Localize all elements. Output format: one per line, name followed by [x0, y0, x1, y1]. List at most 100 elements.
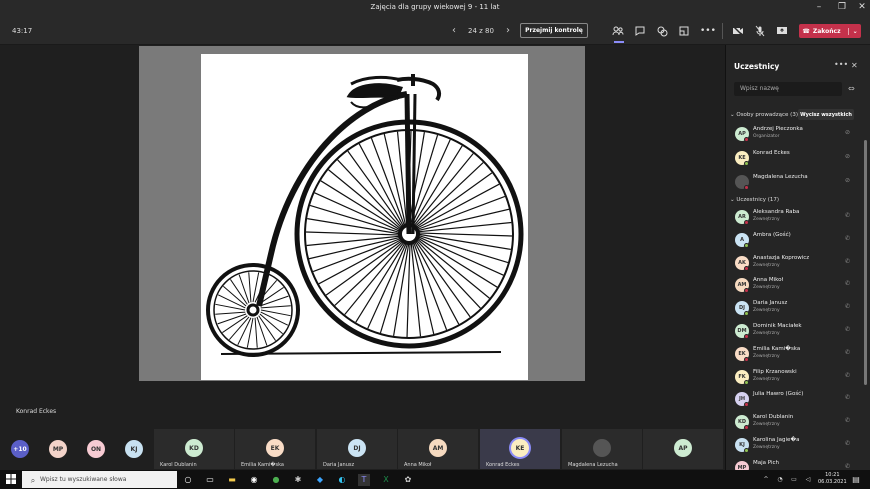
small-avatar[interactable]: KJ	[125, 440, 143, 458]
wheel-spoke	[318, 238, 403, 285]
mic-status-icon[interactable]: ✆	[845, 235, 850, 242]
mic-status-icon[interactable]: ✆	[845, 212, 850, 219]
chevron-down-icon[interactable]: ⌄	[847, 27, 858, 35]
network-icon[interactable]: ◔	[774, 474, 786, 486]
close-panel-icon[interactable]: ✕	[851, 61, 858, 70]
mic-status-icon[interactable]: ✆	[845, 280, 850, 287]
reactions-icon[interactable]	[656, 25, 668, 37]
panel-more-icon[interactable]: •••	[834, 60, 848, 69]
participant-item[interactable]: EK Emilia Kami�ska Zewnętrzny ✆	[734, 345, 864, 365]
mic-off-icon[interactable]	[754, 25, 766, 37]
participant-item[interactable]: A Ambra (Gość) ✆	[734, 231, 864, 251]
participant-photo	[593, 439, 611, 457]
vscode-icon[interactable]: ◆	[314, 474, 326, 486]
video-tile[interactable]: Magdalena Lezucha	[562, 429, 642, 469]
participant-item[interactable]: JH Julia Hawro (Gość) ✆	[734, 390, 864, 410]
rooms-icon[interactable]	[678, 25, 690, 37]
participant-item[interactable]: AK Anastazja Koprowicz Zewnętrzny ✆	[734, 254, 864, 274]
participant-role: Organizator	[753, 134, 780, 139]
small-avatar[interactable]: ON	[87, 440, 105, 458]
participant-item[interactable]: KJ Karolina Jagie�a Zewnętrzny ✆	[734, 436, 864, 456]
mic-status-icon[interactable]: ✆	[845, 417, 850, 424]
participant-name: Andrzej Pieczonka	[753, 126, 803, 132]
cortana-icon[interactable]: ○	[182, 474, 194, 486]
presence-dot	[744, 185, 749, 190]
excel-icon[interactable]: X	[380, 474, 392, 486]
share-screen-icon[interactable]	[776, 25, 788, 37]
participant-item[interactable]: AP Andrzej Pieczonka Organizator ⊘	[734, 125, 864, 145]
participant-name: Daria Janusz	[753, 300, 788, 307]
participants-section[interactable]: ⌄ Uczestnicy (17)	[730, 197, 779, 203]
participant-avatar: KE	[511, 439, 529, 457]
share-invite-icon[interactable]: ⇔	[848, 84, 855, 93]
app-icon[interactable]: ✿	[402, 474, 414, 486]
minimize-icon[interactable]: –	[813, 2, 825, 12]
video-tile-name: Magdalena Lezucha	[568, 462, 618, 468]
mic-status-icon[interactable]: ✆	[845, 258, 850, 265]
taskbar-clock[interactable]: 10:21 06.03.2021	[818, 472, 847, 486]
mic-status-icon[interactable]: ✆	[845, 326, 850, 333]
chrome-icon[interactable]: ●	[270, 474, 282, 486]
tray-chevron-icon[interactable]: ^	[760, 474, 772, 486]
mute-all-button[interactable]: Wycisz wszystkich	[798, 109, 854, 120]
video-tile[interactable]: AM Anna Mikoł	[398, 429, 478, 469]
mic-status-icon[interactable]: ✆	[845, 349, 850, 356]
slide-counter: 24 z 80	[468, 26, 494, 35]
mic-status-icon[interactable]: ✆	[845, 372, 850, 379]
participant-name: Karol Dublanin	[753, 414, 794, 421]
participant-item[interactable]: AR Aleksandra Raba Zewnętrzny ✆	[734, 208, 864, 228]
task-view-icon[interactable]: ▭	[204, 474, 216, 486]
panel-scrollbar[interactable]	[864, 140, 867, 385]
mic-status-icon[interactable]: ✆	[845, 440, 850, 447]
wheel-spoke	[414, 239, 471, 318]
app-icon[interactable]: ✱	[292, 474, 304, 486]
take-control-button[interactable]: Przejmij kontrolę	[520, 23, 588, 38]
volume-icon[interactable]: ◁	[802, 474, 814, 486]
wheel-spoke	[358, 143, 405, 228]
participant-item[interactable]: KE Konrad Eckes ⊘	[734, 149, 864, 169]
close-window-icon[interactable]: ✕	[856, 2, 868, 12]
mic-status-icon[interactable]: ⊘	[845, 177, 850, 184]
participant-item[interactable]: KD Karol Dublanin Zewnętrzny ✆	[734, 413, 864, 433]
presence-dot	[744, 448, 749, 453]
notifications-icon[interactable]: ▤	[850, 474, 862, 486]
file-explorer-icon[interactable]: ▬	[226, 474, 238, 486]
participant-search-input[interactable]: Wpisz nazwę	[734, 82, 842, 96]
battery-icon[interactable]: ▭	[788, 474, 800, 486]
participant-avatar: DJ	[348, 439, 366, 457]
maximize-icon[interactable]: ❐	[836, 2, 848, 12]
participants-icon[interactable]	[612, 25, 624, 37]
video-tile[interactable]: KD Karol Dublanin	[154, 429, 234, 469]
mic-status-icon[interactable]: ✆	[845, 463, 850, 470]
previous-slide-icon[interactable]: ‹	[452, 25, 456, 36]
participant-item[interactable]: AM Anna Mikoł Zewnętrzny ✆	[734, 276, 864, 296]
mic-status-icon[interactable]: ✆	[845, 394, 850, 401]
organizers-section[interactable]: ⌄ Osoby prowadzące (3)	[730, 112, 798, 118]
small-avatar[interactable]: MP	[49, 440, 67, 458]
edge-icon[interactable]: ◐	[336, 474, 348, 486]
participant-role: Zewnętrzny	[753, 445, 780, 450]
participant-item[interactable]: DJ Daria Janusz Zewnętrzny ✆	[734, 299, 864, 319]
participant-item[interactable]: DM Dominik Maciałek Zewnętrzny ✆	[734, 322, 864, 342]
taskbar-search-input[interactable]: Wpisz tu wyszukiwane słowa	[22, 471, 177, 488]
video-tile[interactable]: DJ Daria Janusz	[317, 429, 397, 469]
leave-button[interactable]: ☎ Zakończ ⌄	[799, 24, 861, 38]
next-slide-icon[interactable]: ›	[506, 25, 510, 36]
slide-pager: ‹ 24 z 80 ›	[452, 25, 510, 36]
video-tile[interactable]: EK Emilia Kami�ska	[235, 429, 315, 469]
windows-start-icon[interactable]	[5, 474, 17, 486]
more-actions-icon[interactable]: •••	[700, 25, 716, 37]
participant-role: Zewnętrzny	[753, 422, 780, 428]
video-tile[interactable]: AP	[643, 429, 723, 469]
mic-status-icon[interactable]: ✆	[845, 303, 850, 310]
video-tile[interactable]: KE Konrad Eckes	[480, 429, 560, 469]
teams-icon[interactable]: T	[358, 474, 370, 486]
camera-off-icon[interactable]	[732, 25, 744, 37]
app-icon[interactable]: ◉	[248, 474, 260, 486]
mic-status-icon[interactable]: ⊘	[845, 129, 850, 136]
participant-item[interactable]: FK Filip Krzanowski Zewnętrzny ✆	[734, 368, 864, 388]
participant-item[interactable]: Magdalena Lezucha ⊘	[734, 173, 864, 193]
mic-status-icon[interactable]: ⊘	[845, 153, 850, 160]
chat-icon[interactable]	[634, 25, 646, 37]
overflow-participants[interactable]: +10	[11, 440, 29, 458]
